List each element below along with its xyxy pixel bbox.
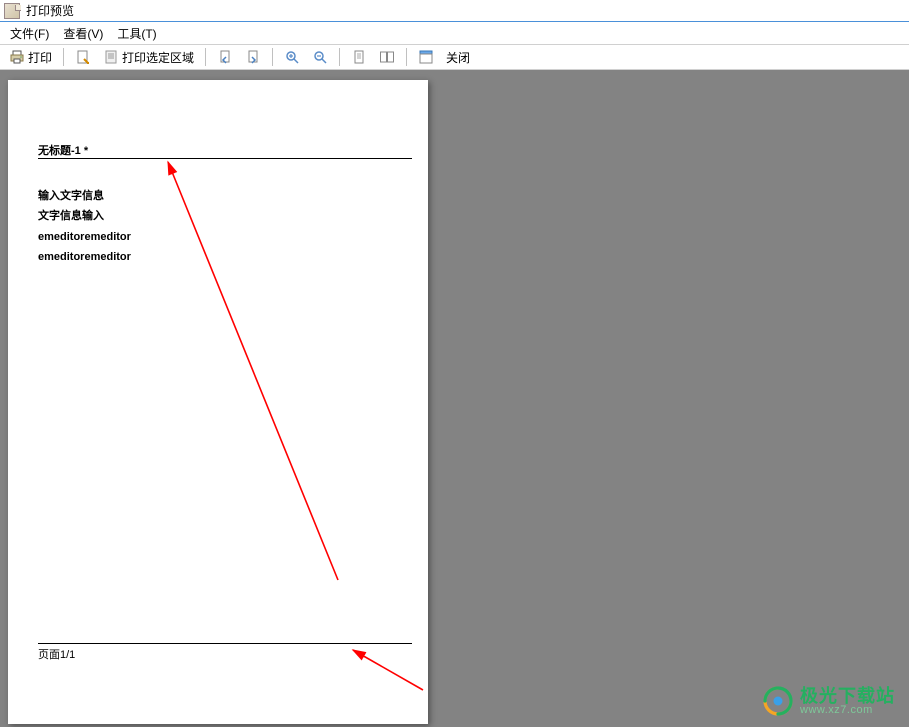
menu-tools[interactable]: 工具(T) — [111, 23, 162, 44]
page-footer-line — [38, 643, 412, 644]
toolbar-separator — [205, 48, 206, 66]
menu-view-label: 查看(V) — [63, 27, 103, 41]
printer-icon — [9, 49, 25, 65]
menubar: 文件(F) 查看(V) 工具(T) — [0, 22, 909, 44]
menu-view[interactable]: 查看(V) — [57, 23, 109, 44]
app-icon — [4, 3, 20, 19]
prev-page-button[interactable] — [212, 46, 238, 68]
zoom-in-icon — [284, 49, 300, 65]
preview-area: 无标题-1 * 输入文字信息 文字信息输入 emeditoremeditor e… — [0, 70, 909, 727]
page-range-icon — [103, 49, 119, 65]
page-preview: 无标题-1 * 输入文字信息 文字信息输入 emeditoremeditor e… — [8, 80, 428, 724]
one-page-view-button[interactable] — [346, 46, 372, 68]
titlebar: 打印预览 — [0, 0, 909, 22]
toolbar-separator — [406, 48, 407, 66]
menu-file-label: 文件(F) — [10, 27, 49, 41]
zoom-out-icon — [312, 49, 328, 65]
page-header-text: 无标题-1 * — [38, 142, 412, 158]
print-range-button[interactable]: 打印选定区域 — [98, 46, 199, 69]
header-footer-button[interactable] — [413, 46, 439, 68]
two-page-view-button[interactable] — [374, 46, 400, 68]
page-body: 输入文字信息 文字信息输入 emeditoremeditor emeditore… — [38, 186, 412, 267]
toolbar-separator — [63, 48, 64, 66]
body-line: 输入文字信息 — [38, 186, 412, 206]
zoom-in-button[interactable] — [279, 46, 305, 68]
body-line: emeditoremeditor — [38, 227, 412, 247]
toolbar: 打印 打印选定区域 — [0, 44, 909, 70]
page-footer-text: 页面1/1 — [38, 646, 412, 662]
page-header-line — [38, 158, 412, 159]
next-page-button[interactable] — [240, 46, 266, 68]
one-page-icon — [351, 49, 367, 65]
toolbar-separator — [272, 48, 273, 66]
page-setup-icon — [75, 49, 91, 65]
menu-file[interactable]: 文件(F) — [4, 23, 55, 44]
header-footer-icon — [418, 49, 434, 65]
body-line: 文字信息输入 — [38, 206, 412, 226]
body-line: emeditoremeditor — [38, 247, 412, 267]
page-setup-button[interactable] — [70, 46, 96, 68]
window-title: 打印预览 — [26, 2, 74, 19]
print-range-label: 打印选定区域 — [122, 49, 194, 66]
page-next-icon — [245, 49, 261, 65]
toolbar-separator — [339, 48, 340, 66]
zoom-out-button[interactable] — [307, 46, 333, 68]
close-button[interactable]: 关闭 — [441, 46, 475, 69]
page-prev-icon — [217, 49, 233, 65]
print-button[interactable]: 打印 — [4, 46, 57, 69]
close-label: 关闭 — [446, 49, 470, 66]
annotation-arrow — [8, 80, 428, 724]
menu-tools-label: 工具(T) — [117, 27, 156, 41]
print-label: 打印 — [28, 49, 52, 66]
two-page-icon — [379, 49, 395, 65]
